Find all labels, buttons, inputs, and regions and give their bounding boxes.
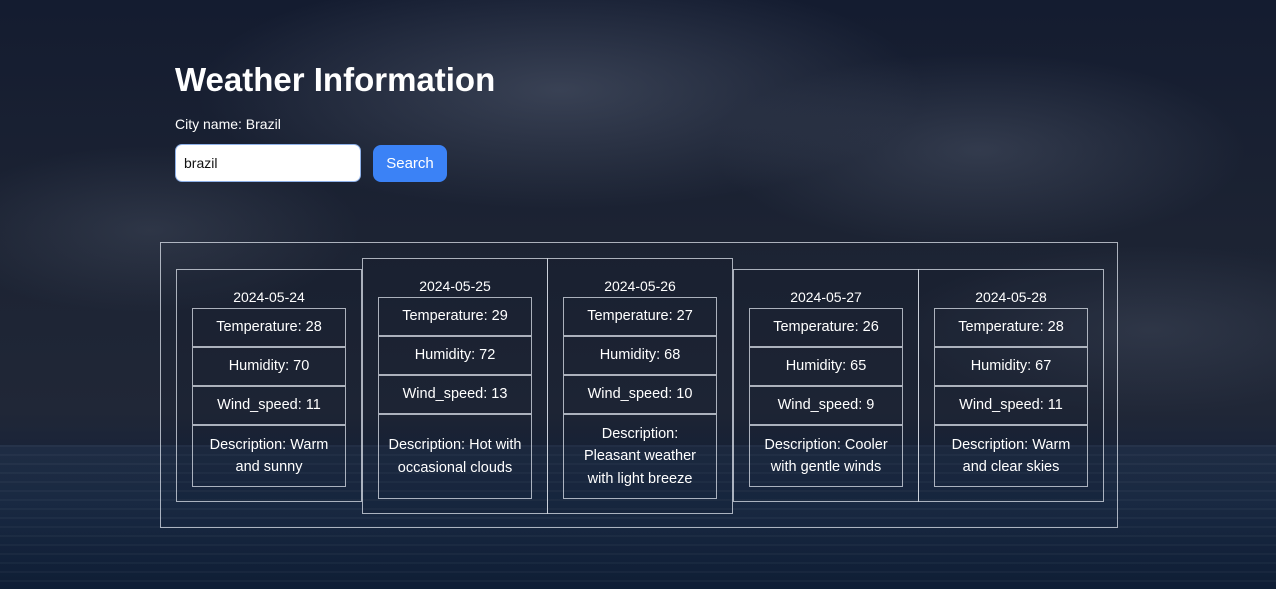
forecast-date: 2024-05-26	[604, 278, 676, 294]
humidity-value: Humidity: 72	[378, 336, 532, 375]
weather-description: Description: Hot with occasional clouds	[378, 414, 532, 499]
wind-speed-value: Wind_speed: 10	[563, 375, 717, 414]
wind-speed-value: Wind_speed: 13	[378, 375, 532, 414]
humidity-value: Humidity: 67	[934, 347, 1088, 386]
forecast-day-card: 2024-05-27 Temperature: 26 Humidity: 65 …	[733, 269, 919, 502]
humidity-value: Humidity: 70	[192, 347, 346, 386]
humidity-value: Humidity: 65	[749, 347, 903, 386]
weather-description: Description: Pleasant weather with light…	[563, 414, 717, 499]
forecast-date: 2024-05-27	[790, 289, 862, 305]
forecast-date: 2024-05-28	[975, 289, 1047, 305]
wind-speed-value: Wind_speed: 11	[192, 386, 346, 425]
page-title: Weather Information	[175, 61, 496, 98]
forecast-day-card: 2024-05-28 Temperature: 28 Humidity: 67 …	[918, 269, 1104, 502]
temperature-value: Temperature: 28	[192, 308, 346, 347]
header: Weather Information City name: Brazil Se…	[175, 58, 495, 182]
temperature-value: Temperature: 28	[934, 308, 1088, 347]
forecast-day-card: 2024-05-25 Temperature: 29 Humidity: 72 …	[362, 258, 548, 514]
forecast-date: 2024-05-25	[419, 278, 491, 294]
forecast-day-card: 2024-05-26 Temperature: 27 Humidity: 68 …	[547, 258, 733, 514]
search-bar: Search	[175, 144, 495, 182]
temperature-value: Temperature: 27	[563, 297, 717, 336]
weather-description: Description: Warm and clear skies	[934, 425, 1088, 487]
humidity-value: Humidity: 68	[563, 336, 717, 375]
city-name-label: City name: Brazil	[175, 116, 281, 132]
wind-speed-value: Wind_speed: 11	[934, 386, 1088, 425]
weather-description: Description: Cooler with gentle winds	[749, 425, 903, 487]
forecast-date: 2024-05-24	[233, 289, 305, 305]
temperature-value: Temperature: 26	[749, 308, 903, 347]
forecast-day-card: 2024-05-24 Temperature: 28 Humidity: 70 …	[176, 269, 362, 502]
wind-speed-value: Wind_speed: 9	[749, 386, 903, 425]
temperature-value: Temperature: 29	[378, 297, 532, 336]
city-search-input[interactable]	[175, 144, 361, 182]
search-button[interactable]: Search	[373, 144, 447, 182]
weather-description: Description: Warm and sunny	[192, 425, 346, 487]
